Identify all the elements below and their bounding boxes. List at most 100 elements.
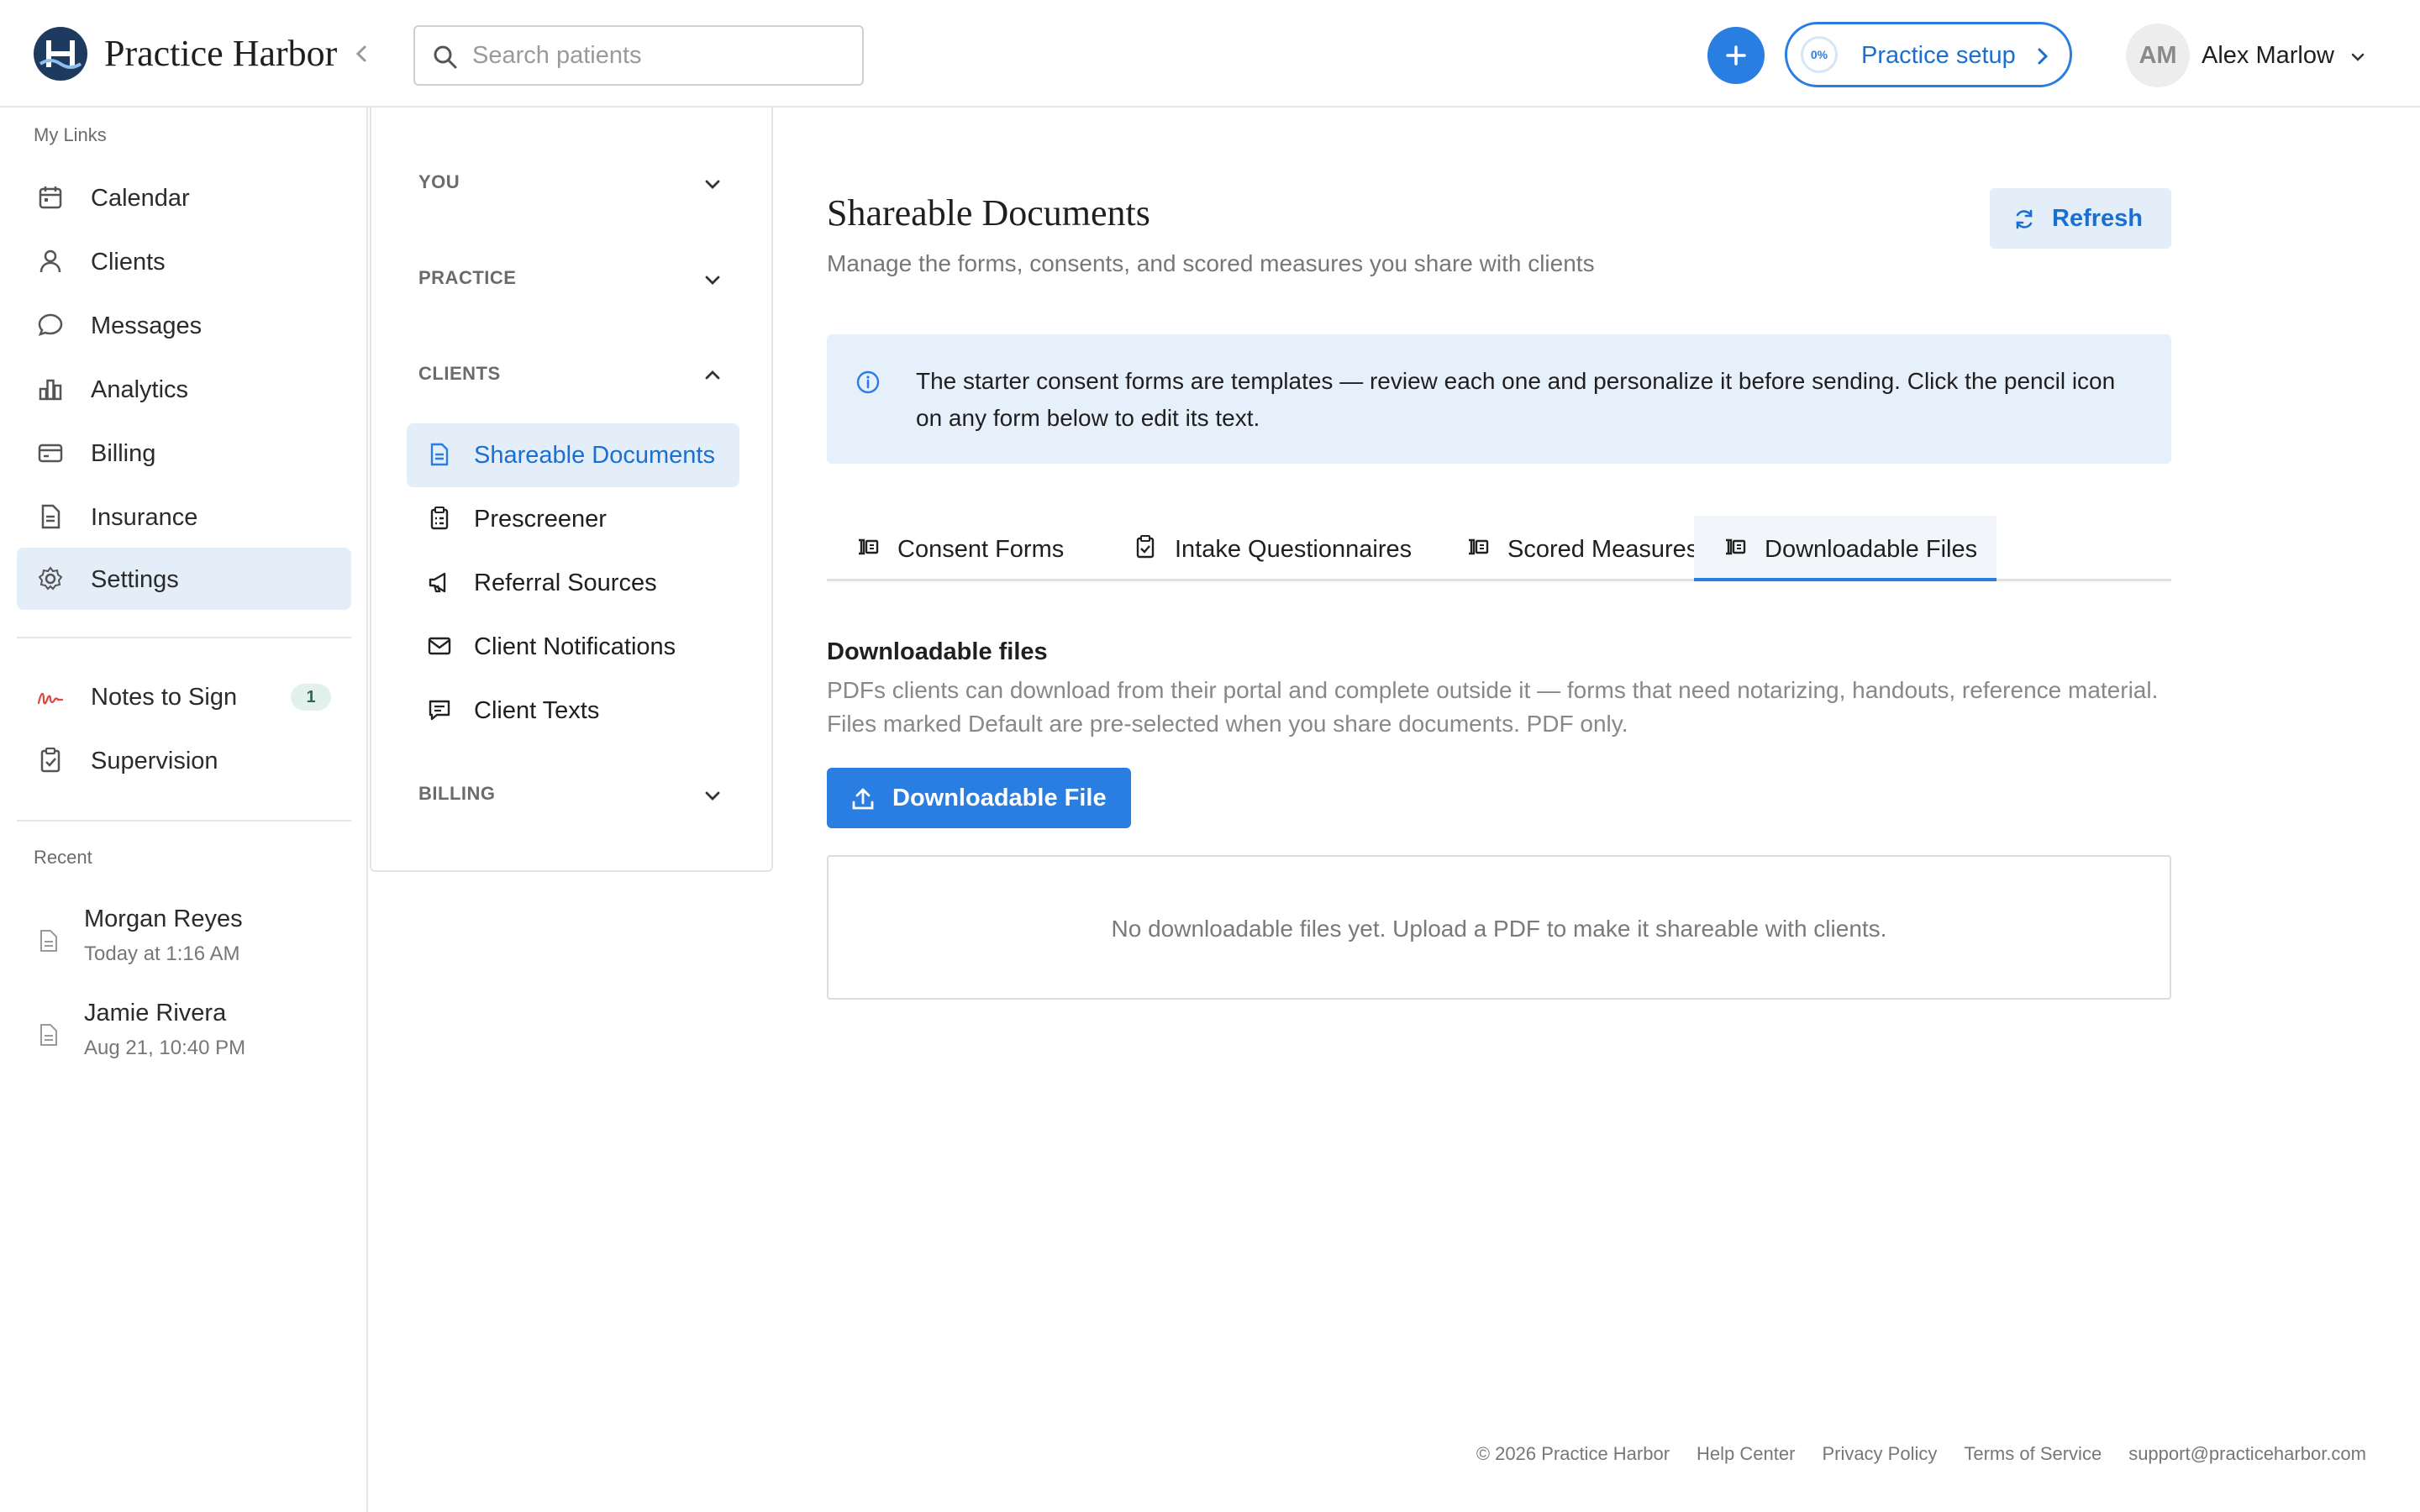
form-icon (855, 534, 881, 559)
chevron-down-icon[interactable] (701, 269, 724, 292)
footer: © 2026 Practice Harbor Help Center Priva… (1476, 1443, 2366, 1465)
subnav-section-practice[interactable]: PRACTICE (418, 267, 516, 289)
avatar[interactable]: AM (2126, 24, 2190, 87)
practice-setup-label: Practice setup (1861, 42, 2016, 69)
bar-chart-icon (37, 375, 64, 402)
upload-downloadable-file-button[interactable]: Downloadable File (827, 768, 1131, 828)
chevron-down-icon[interactable] (701, 173, 724, 197)
sidebar-item-label: Settings (91, 566, 179, 593)
footer-help-link[interactable]: Help Center (1697, 1443, 1795, 1465)
tab-label: Scored Measures (1507, 536, 1699, 563)
section-description: PDFs clients can download from their por… (827, 677, 2159, 737)
collapse-sidebar-icon[interactable] (348, 40, 375, 67)
search-box (413, 25, 864, 86)
sidebar-item-label: Supervision (91, 748, 218, 774)
subnav-section-you[interactable]: YOU (418, 171, 460, 193)
sidebar-item-label: Insurance (91, 504, 198, 531)
footer-support-email[interactable]: support@practiceharbor.com (2128, 1443, 2366, 1465)
search-icon (432, 44, 459, 71)
subnav-item-label: Client Notifications (474, 633, 676, 660)
chevron-down-icon[interactable] (701, 785, 724, 808)
form-icon (1723, 534, 1748, 559)
sidebar-item-insurance[interactable]: Insurance (17, 486, 351, 548)
subnav-section-billing[interactable]: BILLING (418, 783, 496, 805)
subnav-item-client-texts[interactable]: Client Texts (407, 679, 739, 743)
recent-timestamp: Today at 1:16 AM (84, 942, 240, 965)
sidebar-item-billing[interactable]: Billing (17, 422, 351, 484)
clipboard-check-icon (1133, 534, 1158, 559)
document-tabs: Consent Forms Intake Questionnaires Scor… (827, 516, 2171, 581)
tab-consent-forms[interactable]: Consent Forms (827, 516, 1104, 581)
sidebar-item-label: Clients (91, 249, 166, 276)
recent-heading: Recent (34, 847, 92, 868)
subnav-item-referral-sources[interactable]: Referral Sources (407, 551, 739, 615)
document-icon (39, 1023, 59, 1047)
subnav-item-label: Client Texts (474, 697, 600, 724)
clipboard-icon (427, 506, 452, 531)
footer-privacy-link[interactable]: Privacy Policy (1822, 1443, 1937, 1465)
search-input[interactable] (472, 39, 842, 72)
tab-label: Consent Forms (897, 536, 1065, 563)
info-banner-text: The starter consent forms are templates … (916, 368, 2116, 431)
recent-item[interactable]: Jamie Rivera Aug 21, 10:40 PM (34, 1000, 353, 1075)
form-icon (1465, 534, 1491, 559)
chevron-down-icon[interactable] (2348, 47, 2368, 67)
recent-timestamp: Aug 21, 10:40 PM (84, 1037, 246, 1059)
add-button[interactable] (1707, 27, 1765, 84)
user-name[interactable]: Alex Marlow (2202, 42, 2334, 70)
tab-downloadable-files[interactable]: Downloadable Files (1694, 516, 1996, 581)
sidebar-item-label: Billing (91, 440, 156, 467)
sidebar-divider (17, 820, 351, 822)
practice-logo-icon[interactable] (34, 27, 87, 81)
tab-scored-measures[interactable]: Scored Measures (1437, 516, 1729, 581)
message-icon (427, 697, 452, 722)
sidebar-item-analytics[interactable]: Analytics (17, 358, 351, 420)
page-title: Shareable Documents (827, 192, 1150, 234)
subnav-item-prescreener[interactable]: Prescreener (407, 487, 739, 551)
document-icon (39, 929, 59, 953)
sidebar-item-notes-to-sign[interactable]: Notes to Sign 1 (17, 665, 351, 727)
section-title: Downloadable files (827, 638, 1048, 665)
info-banner: The starter consent forms are templates … (827, 334, 2171, 464)
document-icon (427, 442, 452, 467)
top-bar: Practice Harbor 0% Practice setup AM Ale… (0, 0, 2420, 108)
sidebar-item-supervision[interactable]: Supervision (17, 729, 351, 791)
practice-setup-button[interactable]: 0% Practice setup (1785, 22, 2072, 87)
tab-intake-questionnaires[interactable]: Intake Questionnaires (1104, 516, 1437, 581)
subnav-item-label: Prescreener (474, 506, 607, 533)
sidebar-item-clients[interactable]: Clients (17, 230, 351, 292)
page-subtitle: Manage the forms, consents, and scored m… (827, 250, 1595, 276)
refresh-button[interactable]: Refresh (1990, 188, 2171, 249)
my-links-heading: My Links (34, 124, 107, 145)
clipboard-check-icon (37, 747, 64, 774)
sidebar-item-label: Messages (91, 312, 203, 339)
brand-name[interactable]: Practice Harbor (104, 32, 337, 75)
empty-state: No downloadable files yet. Upload a PDF … (827, 855, 2171, 1000)
sidebar-item-settings[interactable]: Settings (17, 548, 351, 610)
sidebar-item-label: Notes to Sign (91, 684, 238, 711)
sidebar-item-label: Analytics (91, 376, 189, 403)
gear-icon (37, 565, 64, 592)
document-icon (37, 503, 64, 530)
subnav-item-label: Referral Sources (474, 570, 657, 596)
sidebar-divider (17, 637, 351, 638)
subnav-item-client-notifications[interactable]: Client Notifications (407, 615, 739, 679)
setup-progress-ring: 0% (1801, 36, 1838, 73)
refresh-label: Refresh (2052, 205, 2143, 232)
sidebar-item-messages[interactable]: Messages (17, 294, 351, 356)
footer-copyright: © 2026 Practice Harbor (1476, 1443, 1670, 1464)
chat-bubble-icon (37, 312, 64, 339)
recent-client-name: Jamie Rivera (84, 1000, 227, 1026)
chevron-up-icon[interactable] (701, 363, 724, 386)
tab-label: Downloadable Files (1765, 536, 1978, 563)
upload-label: Downloadable File (892, 785, 1107, 811)
notes-count-badge: 1 (291, 684, 331, 711)
tab-label: Intake Questionnaires (1175, 536, 1413, 563)
subnav-item-shareable-documents[interactable]: Shareable Documents (407, 423, 739, 487)
subnav-section-clients[interactable]: CLIENTS (418, 363, 501, 385)
sidebar-item-calendar[interactable]: Calendar (17, 166, 351, 228)
chevron-right-icon (2031, 45, 2054, 68)
empty-state-text: No downloadable files yet. Upload a PDF … (1111, 916, 1887, 942)
footer-terms-link[interactable]: Terms of Service (1964, 1443, 2102, 1465)
recent-item[interactable]: Morgan Reyes Today at 1:16 AM (34, 906, 353, 981)
